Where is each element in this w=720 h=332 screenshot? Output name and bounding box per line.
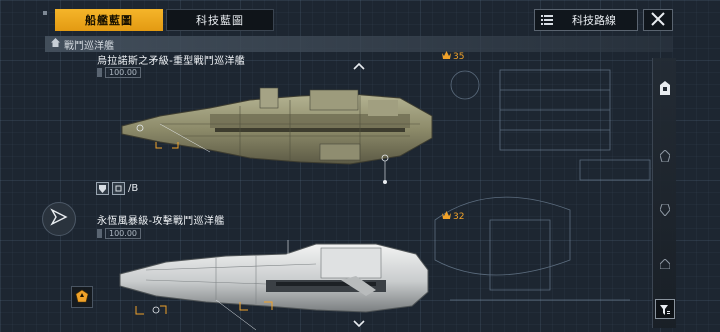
home-icon <box>51 38 60 50</box>
category-side-rail <box>652 58 676 328</box>
power-crown-icon <box>442 51 451 62</box>
ship-level-tag: /B <box>96 182 138 195</box>
list-icon <box>535 15 559 25</box>
power-crown-icon <box>442 211 451 222</box>
fleet-badge-button[interactable] <box>71 286 93 308</box>
filter-icon <box>660 300 670 319</box>
ship-name[interactable]: 永恆風暴級-攻擊戰鬥巡洋艦 <box>97 212 225 227</box>
ship-model-heavy-battlecruiser[interactable] <box>120 86 436 186</box>
close-icon <box>651 11 665 30</box>
cost-value: 100.00 <box>105 66 141 78</box>
ship-name[interactable]: 烏拉諾斯之矛級-重型戰鬥巡洋艦 <box>97 52 245 67</box>
ship-cost: 100.00 <box>97 227 141 239</box>
module-icon <box>112 182 125 195</box>
tab-fleet-blueprint[interactable]: 船艦藍圖 <box>55 9 163 31</box>
category-header: 戰鬥巡洋艦 <box>45 36 673 52</box>
power-rating: 35 <box>442 51 464 62</box>
resource-icon <box>97 67 102 77</box>
destroyer-class-icon[interactable] <box>657 148 673 164</box>
ship-cost: 100.00 <box>97 66 141 78</box>
close-button[interactable] <box>643 9 673 31</box>
tech-route-button[interactable]: 科技路線 <box>534 9 638 31</box>
chevron-up-icon[interactable] <box>353 55 365 70</box>
tech-route-label: 科技路線 <box>572 14 616 27</box>
cost-value: 100.00 <box>105 227 141 239</box>
chevron-down-icon[interactable] <box>353 313 365 328</box>
power-value: 32 <box>453 211 465 222</box>
fleet-badge-icon <box>75 288 89 307</box>
power-rating: 32 <box>442 211 464 222</box>
power-value: 35 <box>453 51 465 62</box>
level-tag-value: /B <box>128 183 139 194</box>
shield-icon <box>96 182 109 195</box>
corner-marker <box>43 11 47 15</box>
cruiser-class-icon[interactable] <box>657 202 673 218</box>
ship-model-assault-battlecruiser[interactable] <box>116 240 432 332</box>
battlecruiser-class-icon[interactable] <box>657 80 673 96</box>
navigation-arrow-icon <box>50 208 68 230</box>
resource-icon <box>97 228 102 238</box>
tab-tech-blueprint[interactable]: 科技藍圖 <box>166 9 274 31</box>
frigate-class-icon[interactable] <box>657 256 673 272</box>
navigation-button[interactable] <box>42 202 76 236</box>
filter-button[interactable] <box>655 299 675 319</box>
category-label: 戰鬥巡洋艦 <box>64 40 114 52</box>
blueprint-schematic <box>434 69 651 301</box>
